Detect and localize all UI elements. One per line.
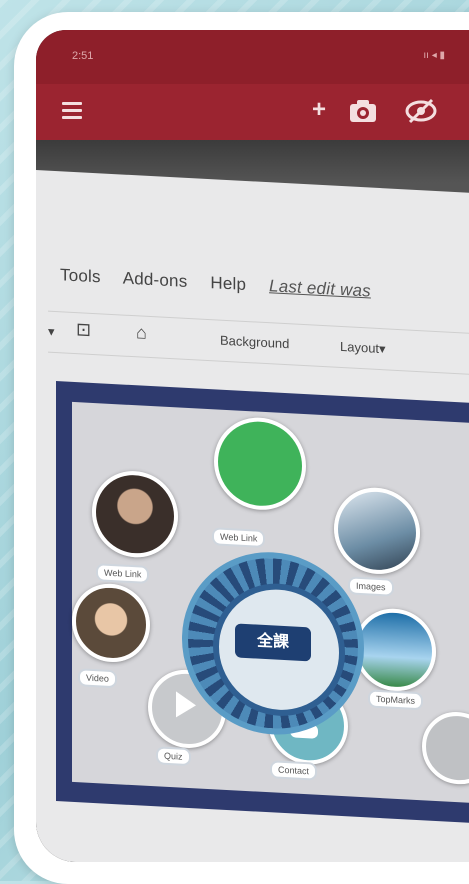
landscape-photo-circle[interactable] bbox=[334, 485, 420, 577]
slide-frame: 全課 Web Link Web Link Video Images TopMar… bbox=[56, 381, 469, 825]
background-button[interactable]: Background bbox=[220, 333, 289, 352]
menu-icon[interactable] bbox=[62, 102, 82, 119]
status-icons: ıı ◂ ▮ bbox=[423, 50, 445, 61]
faded-circle[interactable] bbox=[422, 710, 469, 787]
ocean-photo-circle[interactable] bbox=[354, 606, 436, 693]
chip-web-link-2[interactable]: Web Link bbox=[96, 563, 150, 584]
menu-help[interactable]: Help bbox=[210, 273, 246, 294]
green-topic-circle[interactable] bbox=[214, 415, 306, 513]
person-photo-circle[interactable] bbox=[92, 468, 178, 560]
hub-logo: 全課 bbox=[235, 623, 311, 662]
last-edit-link[interactable]: Last edit was bbox=[269, 276, 371, 300]
chip-web-link-1[interactable]: Web Link bbox=[212, 527, 266, 549]
slide-canvas: 全課 Web Link Web Link Video Images TopMar… bbox=[72, 401, 469, 804]
chip-topmarks[interactable]: TopMarks bbox=[368, 689, 424, 711]
chip-video[interactable]: Video bbox=[78, 668, 117, 689]
chip-quiz[interactable]: Quiz bbox=[156, 746, 191, 767]
doc-menu-bar: Tools Add-ons Help Last edit was bbox=[60, 265, 389, 302]
visibility-off-icon[interactable] bbox=[404, 96, 438, 126]
hub-center: 全課 bbox=[213, 580, 345, 720]
menu-tools[interactable]: Tools bbox=[60, 265, 101, 286]
layout-button[interactable]: Layout▾ bbox=[340, 339, 386, 357]
chip-images[interactable]: Images bbox=[348, 576, 394, 597]
menu-addons[interactable]: Add-ons bbox=[123, 269, 188, 291]
add-icon[interactable]: + bbox=[312, 96, 326, 124]
phone-screen: 2:51 ıı ◂ ▮ + Tools Add-ons Help Last ed… bbox=[36, 30, 469, 862]
toolbar-caret-icon: ▾ bbox=[48, 323, 55, 339]
insert-icon[interactable]: ⌂ bbox=[136, 322, 147, 344]
doc-toolbar: ▾ ⊡ ⌂ Background Layout▾ bbox=[48, 310, 469, 376]
chip-contact[interactable]: Contact bbox=[270, 760, 318, 781]
comment-icon[interactable]: ⊡ bbox=[76, 319, 91, 341]
status-bar: 2:51 ıı ◂ ▮ bbox=[36, 30, 469, 84]
app-bar: + bbox=[36, 84, 469, 140]
captured-monitor: Tools Add-ons Help Last edit was ▾ ⊡ ⌂ B… bbox=[36, 170, 469, 862]
status-time: 2:51 bbox=[72, 50, 94, 62]
camera-icon[interactable] bbox=[348, 98, 378, 124]
portrait-circle[interactable] bbox=[72, 581, 150, 664]
